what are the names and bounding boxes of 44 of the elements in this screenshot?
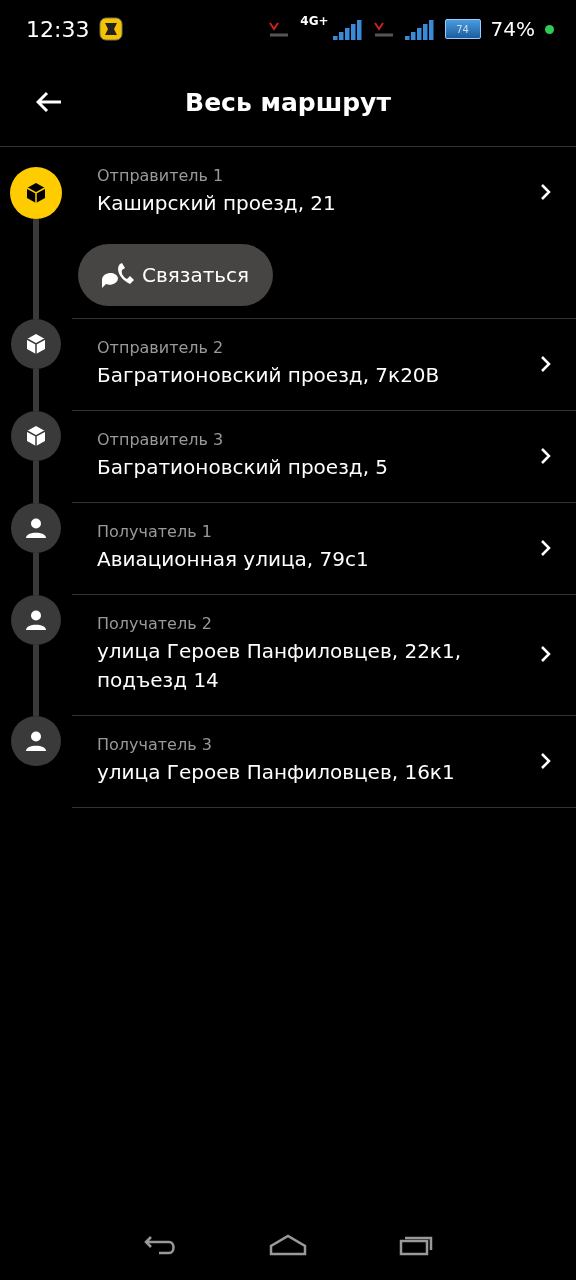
stop-label: Отправитель 2 <box>97 337 225 359</box>
box-icon <box>24 424 48 448</box>
stop-label: Получатель 3 <box>97 734 213 756</box>
person-icon <box>25 730 47 752</box>
chevron-right-icon <box>540 446 552 465</box>
chevron-right-icon <box>540 538 552 557</box>
person-icon <box>25 609 47 631</box>
home-nav-icon[interactable] <box>269 1234 307 1256</box>
stop-row[interactable]: Получатель 3 улица Героев Панфиловцев, 16к1 <box>72 716 576 807</box>
stop-label: Получатель 2 <box>97 613 213 635</box>
signal-icon <box>332 18 363 40</box>
recents-nav-icon[interactable] <box>399 1234 433 1256</box>
status-dot <box>545 24 554 34</box>
stop-row[interactable]: Отправитель 2 Багратионовский проезд, 7к20В <box>72 319 576 410</box>
stop-row[interactable]: Отправитель 3 Багратионовский проезд, 5 <box>72 411 576 502</box>
stop-address: улица Героев Панфиловцев, 22к1, подъезд 14 <box>97 638 463 694</box>
status-time: 12:33 <box>26 16 90 42</box>
stop-address: улица Героев Панфиловцев, 16к1 <box>97 759 456 786</box>
app-notification-icon <box>99 17 124 41</box>
chat-phone-icon <box>100 260 136 290</box>
network-type: 4G+ <box>300 14 329 28</box>
contact-button[interactable]: Связаться <box>78 244 274 306</box>
battery-percent: 74% <box>490 17 535 41</box>
screen-title: Весь маршрут <box>185 87 391 117</box>
stop-label: Отправитель 3 <box>97 429 225 451</box>
battery-level: 74 <box>456 23 469 35</box>
box-icon <box>24 181 48 205</box>
signal-icon <box>404 18 435 40</box>
stop-label: Отправитель 1 <box>97 165 225 187</box>
stop-row[interactable]: Получатель 1 Авиационная улица, 79с1 <box>72 503 576 594</box>
chevron-right-icon <box>540 751 552 770</box>
person-icon <box>25 517 47 539</box>
back-nav-icon[interactable] <box>143 1234 177 1256</box>
box-icon <box>24 332 48 356</box>
stop-row[interactable]: Получатель 2 улица Героев Панфиловцев, 22к1, подъезд 14 <box>72 595 576 715</box>
stop-address: Багратионовский проезд, 5 <box>97 454 390 481</box>
stop-address: Авиационная улица, 79с1 <box>97 546 370 573</box>
stop-address: Каширский проезд, 21 <box>97 190 337 217</box>
chevron-right-icon <box>540 645 552 663</box>
stop-address: Багратионовский проезд, 7к20В <box>97 362 441 389</box>
stop-row[interactable]: Отправитель 1 Каширский проезд, 21 <box>72 147 576 238</box>
stop-label: Получатель 1 <box>97 521 213 543</box>
chevron-right-icon <box>540 182 552 201</box>
chevron-right-icon <box>540 354 552 373</box>
